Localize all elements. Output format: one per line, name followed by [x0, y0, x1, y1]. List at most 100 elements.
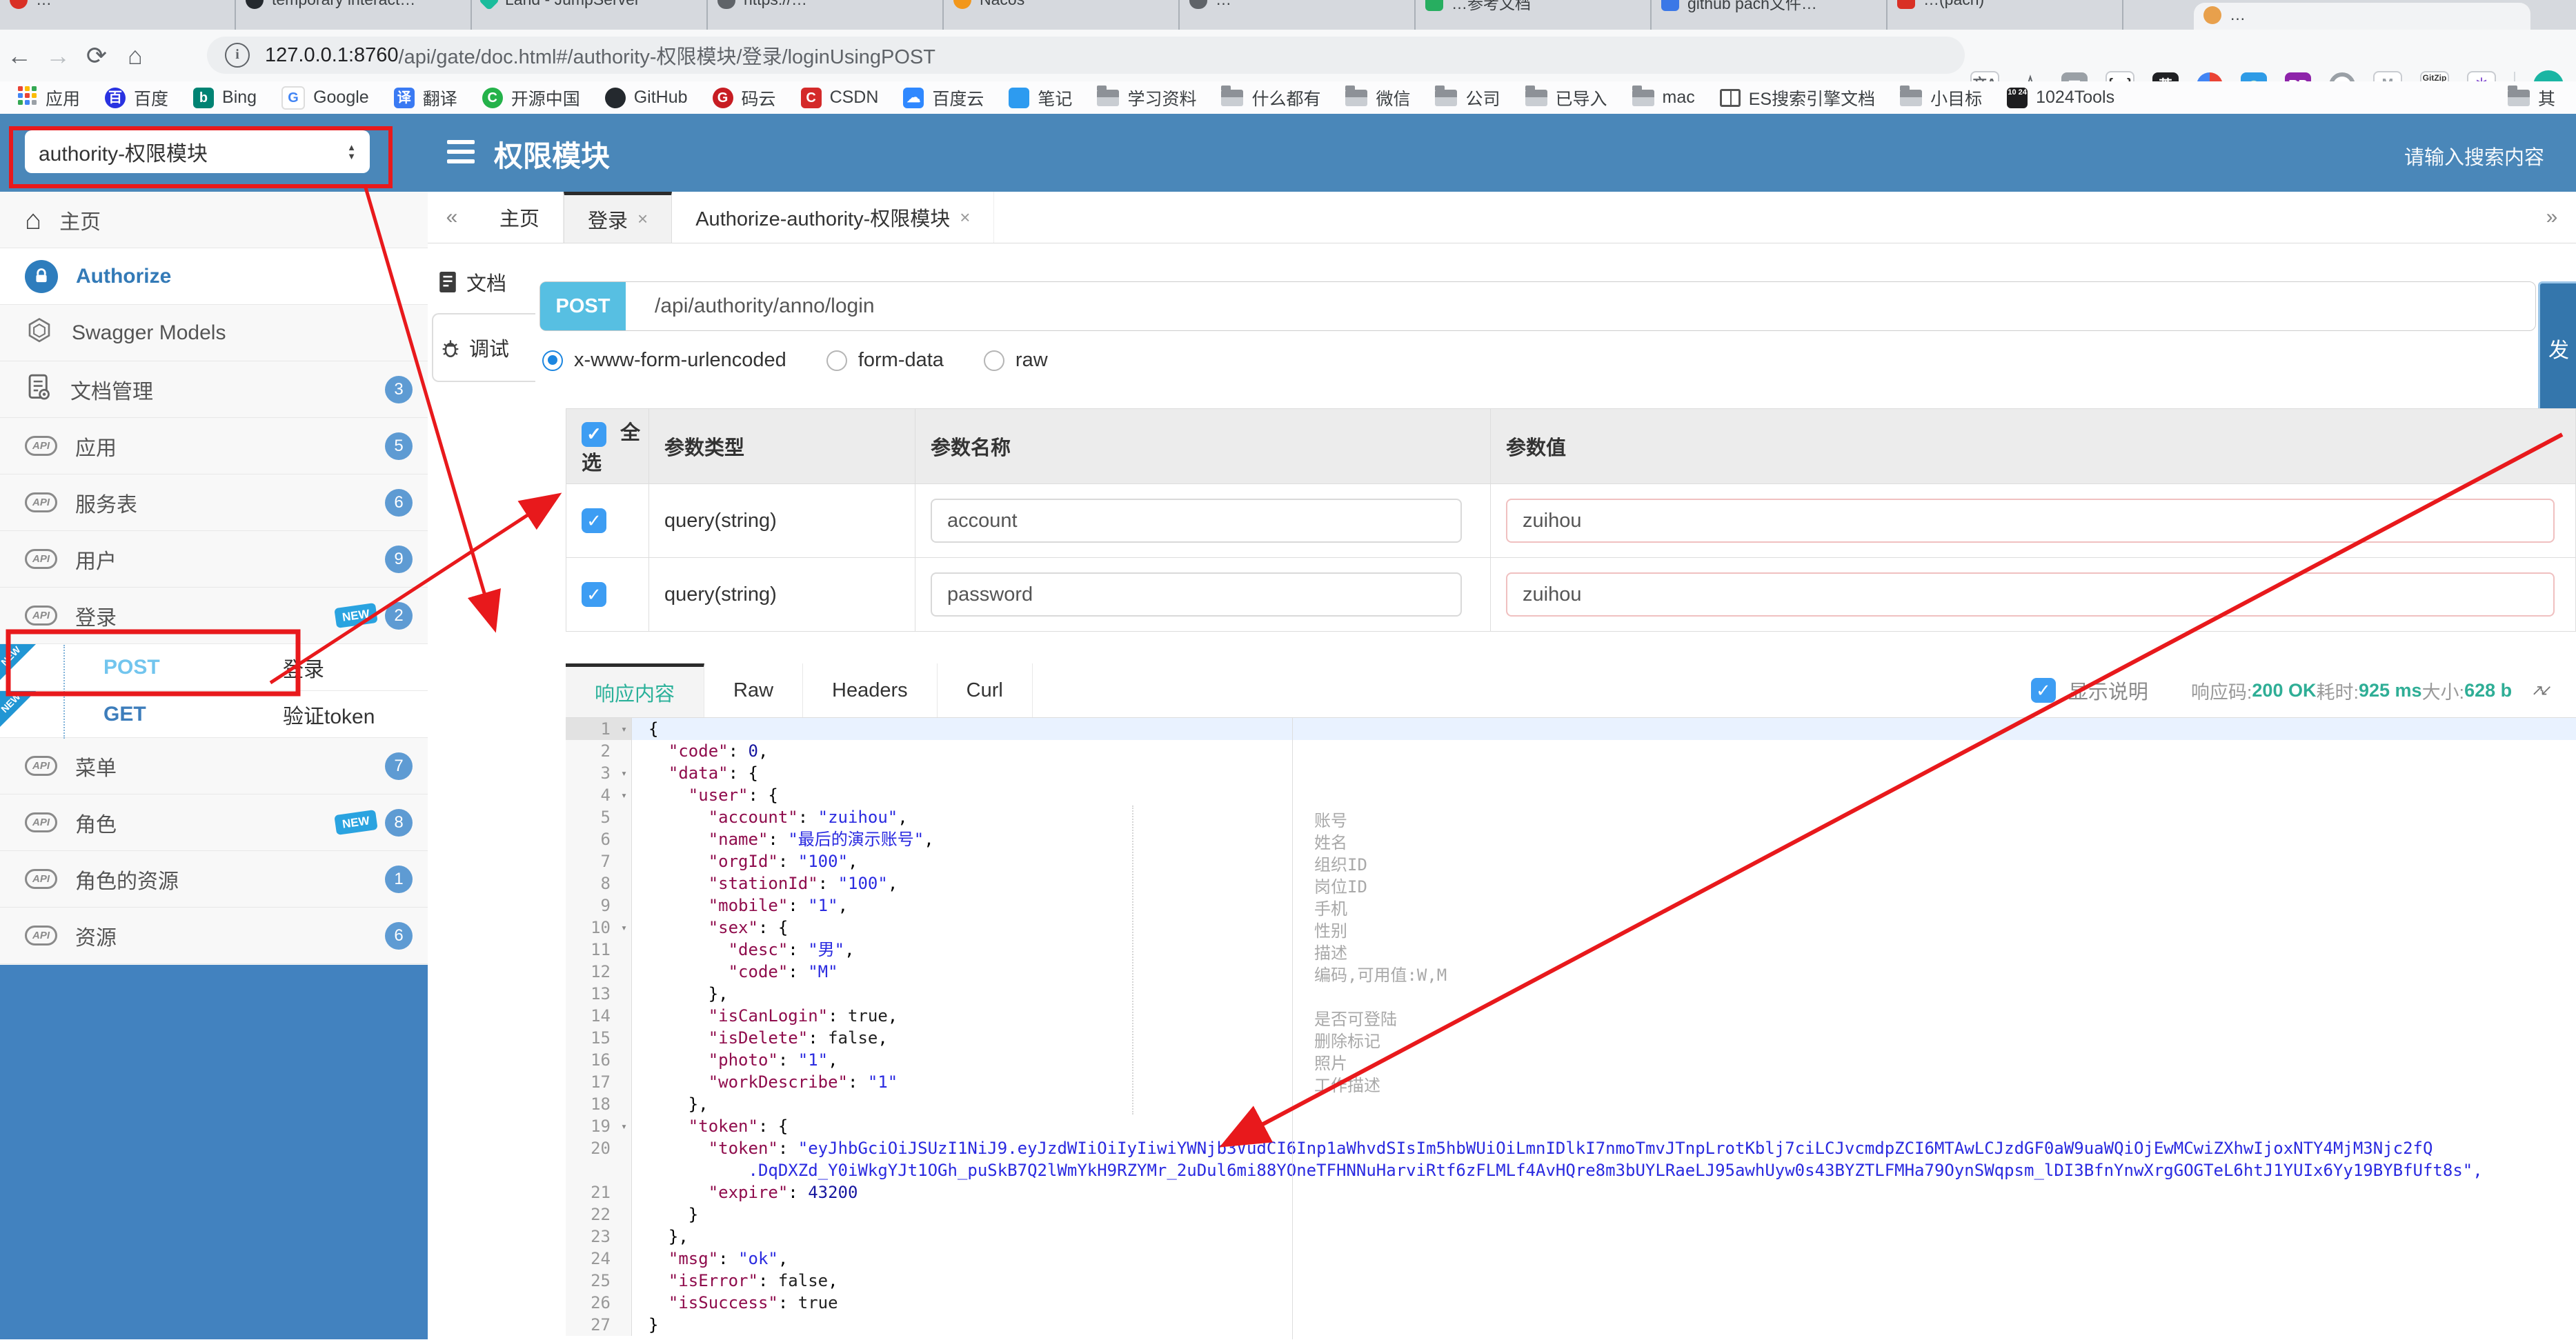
bookmark-item[interactable]: 应用	[18, 86, 80, 110]
bookmark-item[interactable]: GitHub	[604, 87, 688, 108]
field-annotation: 删除标记	[1314, 1032, 1380, 1051]
browser-tab[interactable]: https://…	[708, 0, 944, 30]
response-tab-Headers[interactable]: Headers	[803, 663, 938, 717]
header-search-input[interactable]: 请输入搜索内容	[2404, 141, 2544, 170]
content-tab-登录[interactable]: 登录 ×	[564, 192, 673, 243]
bookmark-label: 百度云	[932, 89, 984, 109]
code-line: 26 "isSuccess": true	[566, 1292, 2576, 1314]
code-text: "isCanLogin": true,	[708, 1006, 898, 1026]
meta-value: 200 OK	[2252, 679, 2317, 701]
param-checkbox[interactable]: ✓	[582, 582, 606, 607]
browser-tab[interactable]: …	[0, 0, 236, 30]
select-all-checkbox[interactable]: ✓	[582, 421, 606, 447]
content-tab-Authorize-authority-权限模块[interactable]: Authorize-authority-权限模块 ×	[672, 192, 995, 243]
tab-debug[interactable]: 调试	[432, 313, 535, 382]
reload-button[interactable]: ⟳	[77, 31, 116, 81]
fullscreen-icon[interactable]: ↗↙	[2531, 681, 2553, 699]
sidebar-item-用户[interactable]: API 用户 9	[0, 531, 428, 588]
bookmark-item[interactable]: 笔记	[1009, 86, 1072, 110]
bookmark-item[interactable]: mac	[1632, 85, 1695, 108]
response-tab-Raw[interactable]: Raw	[704, 663, 804, 717]
bookmark-item[interactable]: C CSDN	[800, 87, 878, 108]
response-tab-Curl[interactable]: Curl	[937, 663, 1033, 717]
params-table: ✓ 全选 参数类型 参数名称 参数值 ✓ query(string) account zui…	[566, 408, 2576, 632]
body-type-radio-form-data[interactable]: form-data	[826, 349, 944, 372]
param-name-input[interactable]: account	[931, 499, 1462, 543]
address-bar[interactable]: i 127.0.0.1:8760/api/gate/doc.html#/auth…	[207, 37, 1965, 74]
home-button[interactable]: ⌂	[116, 31, 155, 81]
response-tab-响应内容[interactable]: 响应内容	[566, 663, 705, 717]
lock-icon	[25, 259, 58, 293]
browser-tab-active[interactable]: …	[2194, 3, 2530, 30]
request-url[interactable]: /api/authority/anno/login	[655, 294, 875, 318]
param-value-input[interactable]: zuihou	[1506, 499, 2555, 543]
content-tab-bar: « 主页 登录 × Authorize-authority-权限模块 × »	[428, 192, 2576, 243]
field-annotation: 姓名	[1314, 833, 1347, 852]
bookmark-item[interactable]: 10 24 1024Tools	[2007, 87, 2114, 108]
forward-button[interactable]: →	[39, 31, 77, 81]
bookmark-item[interactable]: 公司	[1435, 85, 1500, 110]
body-type-radio-raw[interactable]: raw	[983, 349, 1048, 372]
expand-tabs-icon[interactable]: »	[2528, 192, 2576, 243]
sidebar-item-应用[interactable]: API 应用 5	[0, 418, 428, 474]
sidebar-item-登录[interactable]: API 登录 NEW 2	[0, 588, 428, 644]
content-tab-主页[interactable]: 主页	[476, 192, 564, 243]
site-info-icon[interactable]: i	[225, 43, 250, 68]
code-text: "data": {	[668, 763, 758, 783]
param-type-cell: query(string)	[648, 557, 915, 632]
bookmark-item[interactable]: 百百度	[105, 86, 168, 110]
sidebar-item-角色[interactable]: API 角色 NEW 8	[0, 794, 428, 851]
response-editor[interactable]: 1 ▾{2 "code": 0, 3 ▾ "data": {4 ▾ "user": {5…	[566, 717, 2576, 1340]
browser-tab[interactable]: …(pach)	[1888, 0, 2123, 30]
bookmark-item[interactable]: ☁ 百度云	[903, 86, 984, 110]
body-type-radio-x-www-form-urlencoded[interactable]: x-www-form-urlencoded	[542, 349, 786, 372]
bookmark-item[interactable]: ES搜索引擎文档	[1719, 86, 1875, 110]
browser-tab[interactable]: …	[1180, 0, 1416, 30]
bookmark-item[interactable]: G Google	[281, 86, 369, 110]
sidebar-item-文档管理[interactable]: 文档管理 3	[0, 361, 428, 418]
send-button[interactable]: 发	[2538, 281, 2576, 426]
bookmark-item[interactable]: C 开源中国	[482, 86, 580, 110]
close-tab-icon[interactable]: ×	[637, 208, 648, 230]
bookmark-item[interactable]: G 码云	[712, 86, 776, 110]
bookmark-item[interactable]: 已导入	[1525, 85, 1607, 110]
browser-tab[interactable]: github pach文件…	[1652, 0, 1888, 30]
sidebar-item-Swagger Models[interactable]: Swagger Models	[0, 305, 428, 361]
sidebar-item-角色的资源[interactable]: API 角色的资源 1	[0, 851, 428, 908]
count-badge: 1	[385, 865, 413, 893]
param-select-cell: ✓	[566, 557, 649, 632]
folder-icon	[2507, 85, 2530, 106]
tab-document[interactable]: 文档	[437, 268, 506, 297]
param-value-cell: zuihou	[1490, 557, 2576, 632]
sidebar-item-主页[interactable]: ⌂ 主页	[0, 192, 428, 248]
bookmark-item[interactable]: 什么都有	[1221, 85, 1320, 110]
browser-tab[interactable]: Land - JumpServer	[472, 0, 708, 30]
meta-value: 925 ms	[2358, 679, 2422, 701]
response-tabs: 响应内容 Raw Headers Curl	[566, 663, 1033, 717]
bookmark-item[interactable]: 译翻译	[393, 86, 457, 110]
browser-tab[interactable]: …参考文档	[1416, 0, 1652, 30]
bookmark-item[interactable]: b Bing	[193, 87, 257, 108]
show-desc-checkbox[interactable]: ✓	[2030, 678, 2056, 703]
sidebar-item-Authorize[interactable]: Authorize	[0, 248, 428, 305]
close-tab-icon[interactable]: ×	[960, 207, 970, 228]
other-bookmarks[interactable]: 其	[2507, 81, 2555, 114]
bookmark-item[interactable]: 小目标	[1900, 85, 1982, 110]
bookmark-item[interactable]: 微信	[1345, 85, 1410, 110]
bookmark-item[interactable]: 学习资料	[1097, 85, 1196, 110]
sidebar-item-资源[interactable]: API 资源 6	[0, 908, 428, 964]
sidebar-item-服务表[interactable]: API 服务表 6	[0, 474, 428, 531]
browser-tab[interactable]: Nacos	[944, 0, 1180, 30]
sidebar-item-菜单[interactable]: API 菜单 7	[0, 738, 428, 794]
param-checkbox[interactable]: ✓	[582, 508, 606, 533]
param-name-input[interactable]: password	[931, 572, 1462, 617]
menu-icon[interactable]	[447, 140, 475, 163]
collapse-tabs-icon[interactable]: «	[428, 192, 476, 243]
count-badge: 3	[385, 375, 413, 403]
request-url-row: POST /api/authority/anno/login	[539, 281, 2536, 331]
api-icon: API	[25, 605, 58, 626]
browser-tab[interactable]: temporary interact…	[236, 0, 472, 30]
back-button[interactable]: ←	[0, 31, 39, 81]
param-value-input[interactable]: zuihou	[1506, 572, 2555, 617]
module-select[interactable]: authority-权限模块 ▲ ▼	[25, 130, 370, 173]
